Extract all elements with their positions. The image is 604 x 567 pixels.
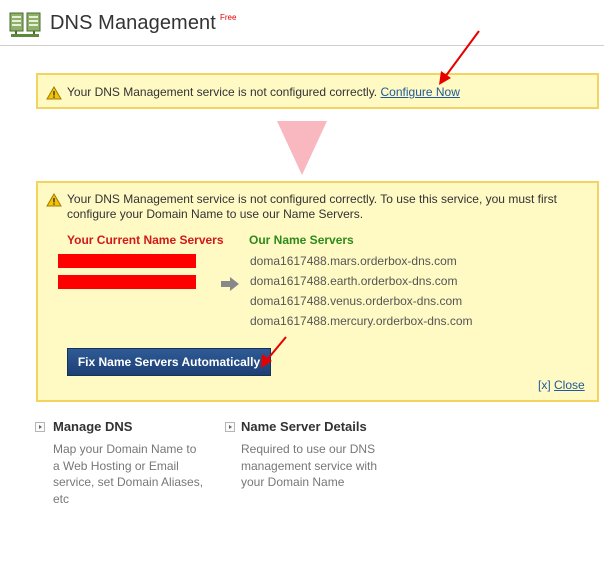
current-name-servers-heading: Your Current Name Servers (67, 233, 224, 247)
header-divider (0, 45, 604, 46)
name-server-details-description: Required to use our DNS management servi… (241, 442, 378, 489)
section-arrow-icon (35, 422, 45, 432)
close-link[interactable]: Close (554, 378, 585, 392)
current-name-server-redacted (58, 254, 196, 268)
configure-now-link[interactable]: Configure Now (381, 85, 460, 99)
warning-icon (46, 86, 62, 100)
alert-full-message: Your DNS Management service is not confi… (67, 192, 557, 221)
warning-icon (46, 193, 62, 207)
down-triangle-icon (277, 121, 327, 175)
name-server-item: doma1617488.mars.orderbox-dns.com (250, 254, 457, 268)
name-server-item: doma1617488.mercury.orderbox-dns.com (250, 314, 473, 328)
gray-right-arrow-icon (221, 277, 239, 291)
fix-name-servers-button[interactable]: Fix Name Servers Automatically (67, 348, 271, 376)
current-name-server-redacted (58, 275, 196, 289)
close-prefix: [x] (538, 378, 551, 392)
manage-dns-link[interactable]: Manage DNS (53, 419, 132, 434)
section-arrow-icon (225, 422, 235, 432)
dns-server-icon (9, 12, 41, 37)
name-server-details-link[interactable]: Name Server Details (241, 419, 367, 434)
alert-short-text: Your DNS Management service is not confi… (67, 85, 378, 99)
alert-short-message: Your DNS Management service is not confi… (67, 85, 460, 99)
free-badge: Free (220, 13, 237, 22)
close-control[interactable]: [x] Close (538, 378, 585, 392)
name-server-item: doma1617488.venus.orderbox-dns.com (250, 294, 463, 308)
name-server-item: doma1617488.earth.orderbox-dns.com (250, 274, 458, 288)
our-name-servers-heading: Our Name Servers (249, 233, 354, 247)
manage-dns-description: Map your Domain Name to a Web Hosting or… (53, 442, 204, 506)
page-title: DNS Management (50, 12, 216, 34)
